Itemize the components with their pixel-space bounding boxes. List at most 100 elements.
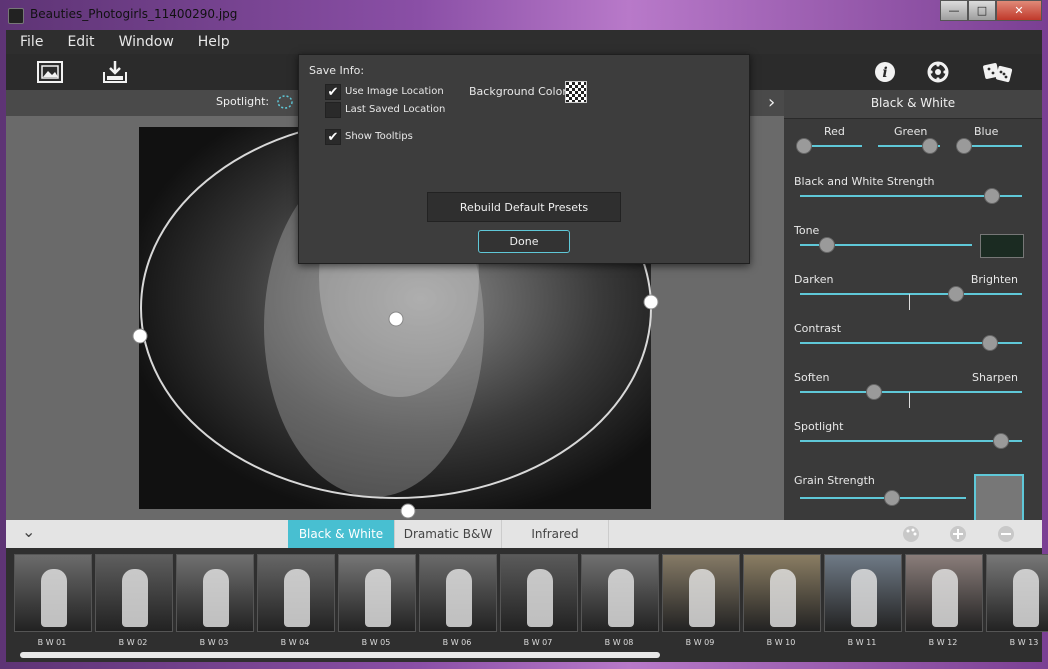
darken-brighten-slider[interactable] — [800, 293, 1022, 295]
preset-thumbnail[interactable] — [338, 554, 416, 632]
soften-label: Soften — [794, 371, 830, 384]
tab-dramatic-bw[interactable]: Dramatic B&W — [395, 520, 502, 548]
soften-sharpen-slider[interactable] — [800, 391, 1022, 393]
blue-slider-knob[interactable] — [955, 138, 972, 154]
preset-thumbnail-label: B W 12 — [928, 638, 958, 647]
grain-knob[interactable] — [884, 490, 901, 506]
darken-brighten-knob[interactable] — [948, 286, 965, 302]
close-button[interactable]: ✕ — [996, 0, 1042, 21]
preset-thumbnail-label: B W 09 — [685, 638, 715, 647]
preset-thumbnail[interactable] — [14, 554, 92, 632]
bw-strength-knob[interactable] — [983, 188, 1000, 204]
preset-thumbnail[interactable] — [257, 554, 335, 632]
tab-infrared[interactable]: Infrared — [502, 520, 609, 548]
svg-text:i: i — [882, 65, 887, 81]
dialog-heading: Save Info: — [309, 64, 365, 77]
grain-preview-swatch[interactable] — [974, 474, 1024, 524]
add-preset-icon[interactable] — [949, 525, 967, 547]
menu-edit[interactable]: Edit — [67, 34, 94, 50]
blue-label: Blue — [974, 125, 999, 138]
thumbnail-figure — [41, 569, 67, 627]
show-tooltips-label: Show Tooltips — [345, 131, 413, 142]
window-controls: — □ ✕ — [940, 0, 1042, 21]
preset-thumbnails-strip: B W 01 B W 02 B W 03 B W 04 B W 05 B W 06 B W … — [6, 548, 1048, 662]
rebuild-presets-button[interactable]: Rebuild Default Presets — [427, 192, 621, 222]
center-tick — [909, 294, 910, 310]
preset-thumbnail[interactable] — [176, 554, 254, 632]
maximize-button[interactable]: □ — [968, 0, 996, 21]
preset-thumbnail[interactable] — [500, 554, 578, 632]
preset-thumbnail[interactable] — [905, 554, 983, 632]
bw-strength-label: Black and White Strength — [794, 175, 935, 188]
preset-thumbnail-label: B W 11 — [847, 638, 877, 647]
thumbnail-figure — [122, 569, 148, 627]
app-icon — [8, 8, 24, 24]
preset-thumbnail[interactable] — [662, 554, 740, 632]
preset-thumbnail[interactable] — [986, 554, 1048, 632]
thumbnail-figure — [1013, 569, 1039, 627]
panel-header: › Black & White — [768, 90, 1042, 119]
soften-sharpen-knob[interactable] — [866, 384, 883, 400]
preset-thumbnail[interactable] — [824, 554, 902, 632]
panel-title: Black & White — [870, 96, 956, 110]
minimize-button[interactable]: — — [940, 0, 968, 21]
last-saved-location-label: Last Saved Location — [345, 104, 446, 115]
spotlight-label: Spotlight — [794, 420, 844, 433]
center-tick — [909, 392, 910, 408]
thumbnail-figure — [932, 569, 958, 627]
adjustments-panel: › Black & White Red Green Blue Black and… — [768, 90, 1042, 524]
random-dice-icon[interactable] — [981, 58, 1015, 86]
thumbnail-figure — [608, 569, 634, 627]
preset-thumbnail-label: B W 02 — [118, 638, 148, 647]
menu-window[interactable]: Window — [119, 34, 174, 50]
menu-file[interactable]: File — [20, 34, 43, 50]
spotlight-slider[interactable] — [800, 440, 1022, 442]
brighten-label: Brighten — [970, 273, 1018, 286]
thumbnail-figure — [851, 569, 877, 627]
preset-thumbnail[interactable] — [419, 554, 497, 632]
grain-strength-label: Grain Strength — [794, 474, 875, 487]
green-label: Green — [894, 125, 928, 138]
tab-black-white[interactable]: Black & White — [288, 520, 395, 548]
preset-thumbnail-label: B W 08 — [604, 638, 634, 647]
use-image-location-label: Use Image Location — [345, 86, 444, 97]
darken-label: Darken — [794, 273, 834, 286]
tone-knob[interactable] — [818, 237, 835, 253]
settings-icon[interactable] — [924, 58, 952, 86]
preset-thumbnail-label: B W 13 — [1009, 638, 1039, 647]
info-icon[interactable]: i — [871, 58, 899, 86]
preset-thumbnail-label: B W 04 — [280, 638, 310, 647]
preset-tabs-bar: ⌄ Black & White Dramatic B&W Infrared — [6, 520, 1042, 548]
grain-slider[interactable] — [800, 497, 966, 499]
preset-thumbnail[interactable] — [95, 554, 173, 632]
preset-thumbnail-label: B W 03 — [199, 638, 229, 647]
open-image-icon[interactable] — [36, 58, 64, 86]
green-slider-knob[interactable] — [921, 138, 938, 154]
show-tooltips-checkbox[interactable]: ✔ — [325, 129, 341, 145]
preset-thumbnail-label: B W 10 — [766, 638, 796, 647]
preset-thumbnail[interactable] — [581, 554, 659, 632]
remove-preset-icon[interactable] — [997, 525, 1015, 547]
collapse-panel-icon[interactable]: › — [768, 92, 775, 113]
window-title: Beauties_Photogirls_11400290.jpg — [30, 7, 238, 21]
palette-icon[interactable] — [902, 525, 920, 547]
use-image-location-checkbox[interactable]: ✔ — [325, 84, 341, 100]
contrast-knob[interactable] — [981, 335, 998, 351]
preset-thumbnail-label: B W 07 — [523, 638, 553, 647]
save-icon[interactable] — [101, 58, 129, 86]
red-slider-knob[interactable] — [796, 138, 813, 154]
menu-help[interactable]: Help — [198, 34, 230, 50]
done-button[interactable]: Done — [478, 230, 570, 253]
tone-color-swatch[interactable] — [980, 234, 1024, 258]
thumbnail-figure — [365, 569, 391, 627]
background-color-swatch[interactable] — [565, 81, 587, 103]
title-bar: Beauties_Photogirls_11400290.jpg — □ ✕ — [0, 0, 1048, 30]
preset-thumbnail[interactable] — [743, 554, 821, 632]
thumbnail-figure — [446, 569, 472, 627]
thumbnail-figure — [203, 569, 229, 627]
last-saved-location-checkbox[interactable] — [325, 102, 341, 118]
expand-presets-icon[interactable]: ⌄ — [22, 522, 35, 541]
menu-bar: File Edit Window Help — [6, 30, 1042, 54]
strip-scrollbar[interactable] — [20, 652, 660, 658]
spotlight-knob[interactable] — [992, 433, 1009, 449]
